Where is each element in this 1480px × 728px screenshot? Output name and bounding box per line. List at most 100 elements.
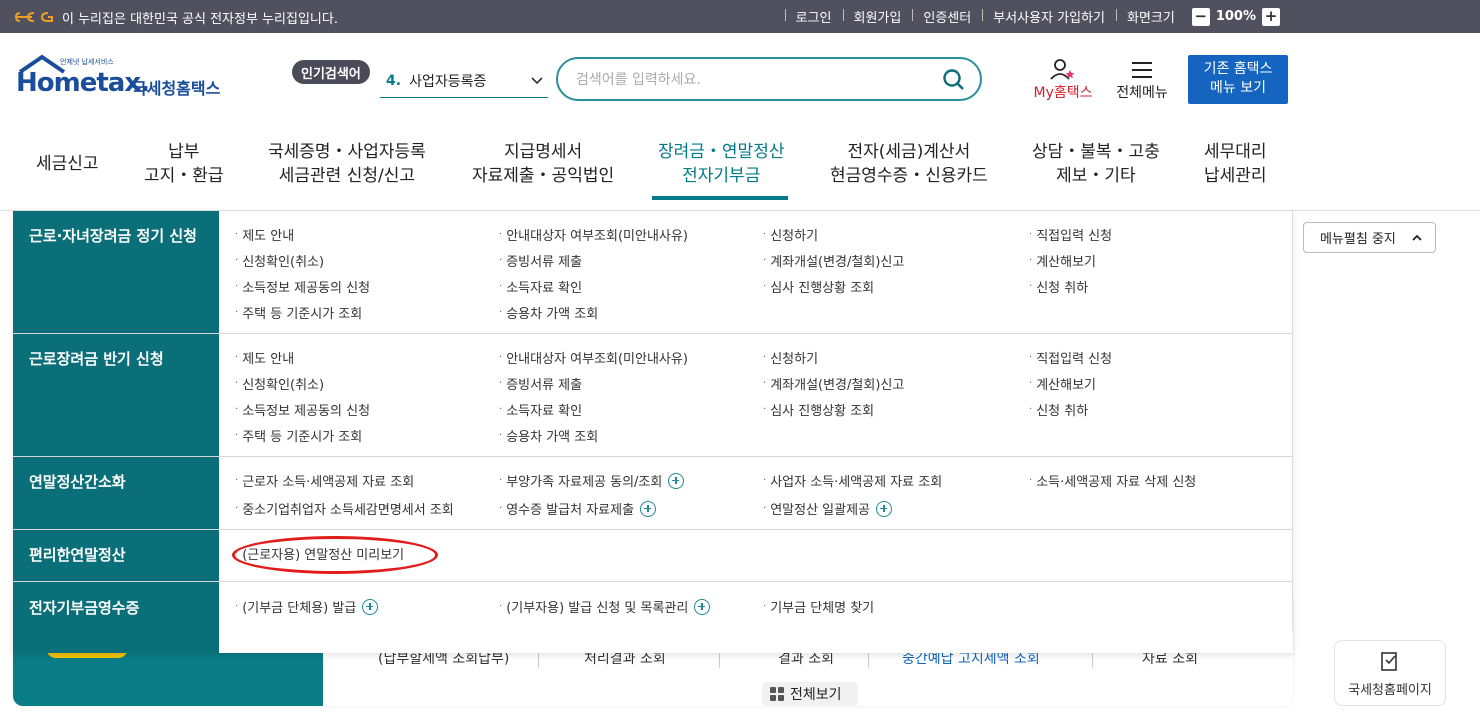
global-nav: 세금신고 납부 고지・환급 국세증명・사업자등록 세금관련 신청/신고 지급명세… (0, 130, 1480, 211)
menu-item[interactable]: · 소득자료 확인 (499, 277, 582, 296)
plus-circle-icon[interactable] (694, 598, 711, 615)
gov-banner: 이 누리집은 대한민국 공식 전자정부 누리집입니다. 로그인 회원가입 인증센… (0, 0, 1480, 33)
menu-item[interactable]: · 소득자료 확인 (499, 400, 582, 419)
gnb-label: 장려금・연말정산 (658, 142, 785, 162)
zoom-in-button[interactable]: + (1262, 7, 1280, 26)
menu-item[interactable]: · 주택 등 기준시가 조회 (235, 303, 362, 322)
menu-item[interactable]: · 계산해보기 (1029, 251, 1096, 270)
all-menu-label: 전체메뉴 (1116, 85, 1168, 101)
menu-item[interactable]: · 영수증 발급처 자료제출 (499, 499, 657, 518)
menu-expand-stop-button[interactable]: 메뉴펼침 중지 (1303, 222, 1436, 253)
all-menu-button[interactable]: 전체메뉴 (1110, 58, 1174, 104)
gnb-e-invoice[interactable]: 전자(세금)계산서 현금영수증・신용카드 (830, 140, 988, 188)
plus-circle-icon[interactable] (640, 500, 657, 517)
search-input[interactable] (576, 69, 936, 91)
gov-banner-text: 이 누리집은 대한민국 공식 전자정부 누리집입니다. (62, 12, 338, 27)
menu-item[interactable]: · 중소기업취업자 소득세감면명세서 조회 (235, 499, 454, 518)
mega-menu-right-border (1292, 211, 1293, 631)
gnb-label: 상담・불복・고충 (1032, 142, 1160, 162)
section-title: 근로장려금 반기 신청 (29, 350, 164, 368)
menu-item[interactable]: · 안내대상자 여부조회(미안내사유) (499, 348, 688, 367)
divider (868, 652, 869, 668)
gnb-tax-return[interactable]: 세금신고 (36, 152, 99, 176)
menu-item[interactable]: · 심사 진행상황 조회 (763, 400, 874, 419)
menu-item[interactable]: · 신청 취하 (1029, 400, 1088, 419)
menu-item[interactable]: · 승용차 가액 조회 (499, 426, 598, 445)
menu-item[interactable]: · 제도 안내 (235, 225, 294, 244)
gnb-payment-statement[interactable]: 지급명세서 자료제출・공익법인 (472, 140, 614, 188)
my-hometax-button[interactable]: My홈택스 (1028, 58, 1098, 104)
gnb-label: 세금신고 (36, 154, 99, 174)
menu-item[interactable]: · 신청 취하 (1029, 277, 1088, 296)
menu-item[interactable]: · 직접입력 신청 (1029, 348, 1112, 367)
gnb-consulting[interactable]: 상담・불복・고충 제보・기타 (1032, 140, 1160, 188)
highlight-ellipse (232, 536, 438, 574)
egov-logo-icon (14, 12, 53, 22)
gnb-label: 현금영수증・신용카드 (830, 166, 988, 186)
mega-menu-sidebar (13, 211, 219, 653)
menu-item[interactable]: · 기부금 단체명 찾기 (763, 597, 874, 616)
login-link[interactable]: 로그인 (784, 7, 843, 26)
menu-item[interactable]: · 신청하기 (763, 348, 818, 367)
logo-tagline: 언제냇 납세서비스 (60, 58, 114, 66)
menu-item[interactable]: · 신청확인(취소) (235, 251, 324, 270)
section-divider (13, 456, 1293, 457)
gnb-certificate[interactable]: 국세증명・사업자등록 세금관련 신청/신고 (268, 140, 426, 188)
menu-item[interactable]: · 부양가족 자료제공 동의/조회 (499, 471, 685, 490)
menu-item[interactable]: · 소득·세액공제 자료 삭제 신청 (1029, 471, 1196, 490)
gov-links: 로그인 회원가입 인증센터 부서사용자 가입하기 화면크기 − 100% + (784, 0, 1480, 33)
zoom-out-button[interactable]: − (1191, 7, 1210, 26)
logo-wordmark: Hometax. (16, 68, 150, 98)
dept-user-signup-link[interactable]: 부서사용자 가입하기 (982, 7, 1116, 26)
menu-item[interactable]: · 소득정보 제공동의 신청 (235, 277, 370, 296)
menu-item[interactable]: · 제도 안내 (235, 348, 294, 367)
old-menu-line1: 기존 홈택스 (1203, 61, 1273, 77)
menu-item[interactable]: · 신청확인(취소) (235, 374, 324, 393)
chevron-up-icon (1412, 234, 1422, 241)
my-hometax-label: My홈택스 (1033, 85, 1093, 101)
nts-homepage-link[interactable]: 국세청홈페이지 (1334, 640, 1446, 706)
menu-item[interactable]: · 직접입력 신청 (1029, 225, 1112, 244)
gnb-label: 고지・환급 (144, 166, 224, 186)
menu-item[interactable]: · (기부금 단체용) 발급 (235, 597, 379, 616)
menu-item[interactable]: · 근로자 소득·세액공제 자료 조회 (235, 471, 414, 490)
section-title: 전자기부금영수증 (29, 599, 140, 617)
plus-circle-icon[interactable] (668, 472, 685, 489)
menu-item[interactable]: · 계산해보기 (1029, 374, 1096, 393)
cert-center-link[interactable]: 인증센터 (912, 7, 982, 26)
mega-menu: 근로·자녀장려금 정기 신청 · 제도 안내 · 안내대상자 여부조회(미안내사유)… (13, 211, 1293, 653)
gnb-incentive-yearend[interactable]: 장려금・연말정산 전자기부금 (658, 140, 784, 188)
section-divider (13, 333, 1293, 334)
old-hometax-menu-button[interactable]: 기존 홈택스 메뉴 보기 (1188, 55, 1288, 104)
plus-circle-icon[interactable] (362, 598, 379, 615)
gnb-tax-agent[interactable]: 세무대리 납세관리 (1204, 140, 1267, 188)
menu-item[interactable]: · 증빙서류 제출 (499, 251, 582, 270)
grid-icon (770, 687, 784, 701)
gnb-active-indicator (652, 196, 788, 200)
popular-term: 사업자등록증 (409, 73, 487, 90)
menu-item[interactable]: · 심사 진행상황 조회 (763, 277, 874, 296)
menu-item[interactable]: · 증빙서류 제출 (499, 374, 582, 393)
popular-search-select[interactable]: 4. 사업자등록증 (380, 64, 548, 98)
view-all-button[interactable]: 전체보기 (762, 682, 858, 706)
signup-link[interactable]: 회원가입 (842, 7, 913, 26)
hometax-logo[interactable]: 언제냇 납세서비스 Hometax. 국세청홈택스 (16, 54, 228, 104)
zoom-control: − 100% + (1191, 7, 1280, 26)
menu-item[interactable]: · 주택 등 기준시가 조회 (235, 426, 362, 445)
menu-item[interactable]: · 계좌개설(변경/철회)신고 (763, 251, 904, 270)
gnb-payment[interactable]: 납부 고지・환급 (144, 140, 224, 188)
gnb-label: 세금관련 신청/신고 (278, 166, 416, 186)
gnb-label: 국세증명・사업자등록 (268, 142, 426, 162)
gnb-label: 지급명세서 (503, 142, 583, 162)
menu-item[interactable]: · 승용차 가액 조회 (499, 303, 598, 322)
search-icon[interactable] (942, 68, 966, 92)
menu-item[interactable]: · 신청하기 (763, 225, 818, 244)
menu-item[interactable]: · 안내대상자 여부조회(미안내사유) (499, 225, 688, 244)
menu-item[interactable]: · 소득정보 제공동의 신청 (235, 400, 370, 419)
menu-item[interactable]: · (기부자용) 발급 신청 및 목록관리 (499, 597, 711, 616)
menu-item[interactable]: · 연말정산 일괄제공 (763, 499, 892, 518)
plus-circle-icon[interactable] (876, 500, 892, 517)
menu-item[interactable]: · 사업자 소득·세액공제 자료 조회 (763, 471, 942, 490)
menu-item[interactable]: · 계좌개설(변경/철회)신고 (763, 374, 904, 393)
popular-rank: 4. (386, 72, 402, 89)
